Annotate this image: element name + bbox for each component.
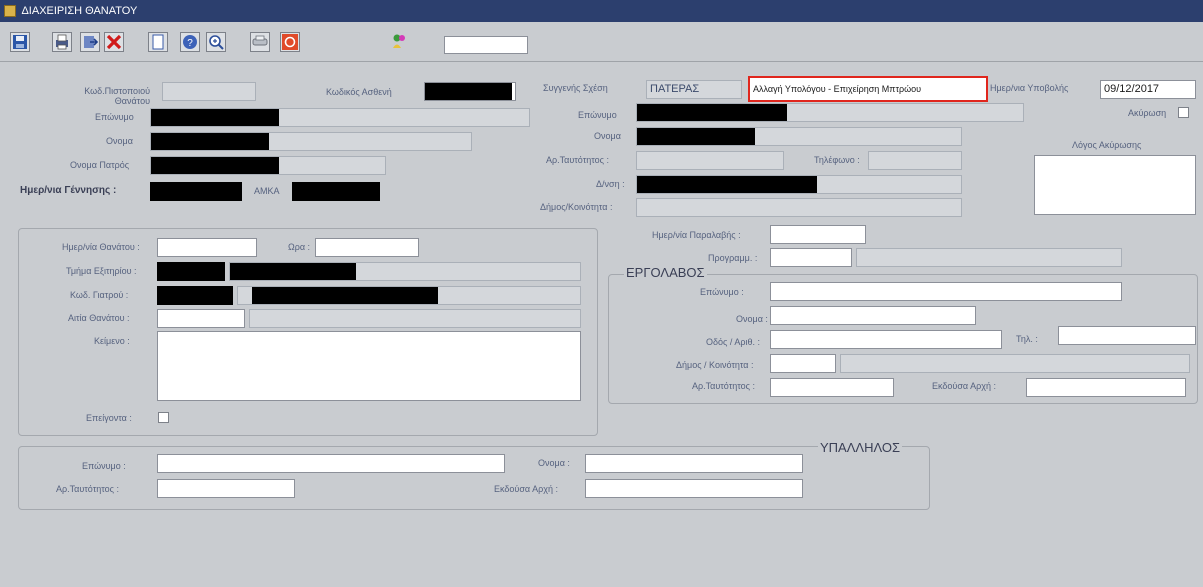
window-title: ΔΙΑΧΕΙΡΙΣΗ ΘΑΝΑΤΟΥ [21, 5, 138, 17]
relation-label: Συγγενής Σχέση [543, 83, 608, 93]
surname-label: Επώνυμο [95, 112, 134, 122]
father-name-field [150, 156, 386, 175]
employee-title: ΥΠΑΛΛΗΛΟΣ [818, 440, 903, 455]
patient-name-field [150, 132, 472, 151]
contractor-name-field[interactable] [770, 306, 976, 325]
employee-name-label: Ονομα : [538, 458, 570, 468]
contractor-id-field[interactable] [770, 378, 894, 397]
zoom-icon[interactable] [206, 32, 226, 52]
contractor-phone-label: Τηλ. : [1016, 334, 1038, 344]
birth-date-field[interactable] [150, 182, 242, 201]
exit-icon[interactable] [280, 32, 300, 52]
contractor-surname-label: Επώνυμο : [700, 287, 744, 297]
cancel-label: Ακύρωση [1128, 108, 1167, 118]
father-name-label: Ονομα Πατρός [70, 160, 130, 170]
contractor-phone-field[interactable] [1058, 326, 1196, 345]
save-icon[interactable] [10, 32, 30, 52]
department-label: Τμήμα Εξιτηρίου : [66, 266, 137, 276]
cancel-reason-textarea[interactable] [1034, 155, 1196, 215]
relative-address-label: Δ/νση : [596, 179, 625, 189]
scheduled-code-field[interactable] [770, 248, 852, 267]
death-time-label: Ωρα : [288, 242, 311, 252]
death-date-field[interactable] [157, 238, 257, 257]
hospital-code-label: Κωδ.Πιστοποιού Θανάτου [84, 86, 150, 106]
death-date-label: Ημερ/νία Θανάτου : [62, 242, 140, 252]
contractor-municipality-desc-field [840, 354, 1190, 373]
death-text-textarea[interactable] [157, 331, 581, 401]
employee-surname-field[interactable] [157, 454, 505, 473]
department-name-field [229, 262, 581, 281]
contractor-surname-field[interactable] [770, 282, 1122, 301]
contractor-street-field[interactable] [770, 330, 1002, 349]
relative-surname-label: Επώνυμο [578, 110, 617, 120]
urgent-label: Επείγοντα : [86, 413, 132, 423]
doctor-code-label: Κωδ. Γιατρού : [70, 290, 129, 300]
contractor-name-label: Ονομα : [736, 314, 768, 324]
highlighted-message-box: Αλλαγή Υπολόγου - Επιχείρηση Μπτρώου [748, 76, 988, 102]
new-document-icon[interactable] [148, 32, 168, 52]
contractor-municipality-label: Δήμος / Κοινότητα : [676, 360, 754, 370]
app-icon [4, 5, 16, 18]
relative-municipality-label: Δήμος/Κοινότητα : [540, 202, 613, 212]
urgent-checkbox[interactable] [158, 412, 169, 423]
export-icon[interactable] [80, 32, 100, 52]
print-icon[interactable] [52, 32, 72, 52]
relation-field[interactable]: ΠΑΤΕΡΑΣ [646, 80, 742, 99]
svg-text:?: ? [187, 38, 193, 49]
relative-address-field [636, 175, 962, 194]
scheduled-label: Προγραμμ. : [708, 253, 758, 263]
patient-surname-field [150, 108, 530, 127]
relative-municipality-field [636, 198, 962, 217]
employee-name-field[interactable] [585, 454, 803, 473]
contractor-municipality-code-field[interactable] [770, 354, 836, 373]
toolbar: ? [0, 22, 1203, 62]
help-icon[interactable]: ? [180, 32, 200, 52]
text-label: Κείμενο : [94, 336, 130, 346]
relative-name-field [636, 127, 962, 146]
user-icon[interactable] [390, 32, 410, 52]
hospital-code-field [162, 82, 256, 101]
name-label: Ονομα [106, 136, 133, 146]
department-code-field[interactable] [157, 262, 225, 281]
doctor-code-field[interactable] [157, 286, 233, 305]
patient-code-field[interactable] [424, 82, 516, 101]
death-time-field[interactable] [315, 238, 419, 257]
window-titlebar: ΔΙΑΧΕΙΡΙΣΗ ΘΑΝΑΤΟΥ [0, 0, 1203, 22]
death-cause-desc-field [249, 309, 581, 328]
relative-id-label: Αρ.Ταυτότητος : [546, 155, 610, 165]
relative-name-label: Ονομα [594, 131, 621, 141]
contractor-issuer-field[interactable] [1026, 378, 1186, 397]
delete-icon[interactable] [104, 32, 124, 52]
employee-id-field[interactable] [157, 479, 295, 498]
cancel-reason-label: Λόγος Ακύρωσης [1072, 140, 1142, 150]
contractor-id-label: Αρ.Ταυτότητος : [692, 381, 756, 391]
relative-surname-field [636, 103, 1024, 122]
relative-phone-label: Τηλέφωνο : [814, 155, 860, 165]
toolbar-search-input[interactable] [444, 36, 528, 54]
death-cause-code-field[interactable] [157, 309, 245, 328]
birth-date-label: Ημερ/νια Γέννησης : [20, 185, 117, 196]
relative-id-field [636, 151, 784, 170]
receipt-date-label: Ημερ/νία Παραλαβής : [652, 230, 741, 240]
submit-date-field[interactable]: 09/12/2017 [1100, 80, 1196, 99]
employee-issuer-field[interactable] [585, 479, 803, 498]
contractor-title: ΕΡΓΟΛΑΒΟΣ [624, 265, 707, 280]
receipt-date-field[interactable] [770, 225, 866, 244]
patient-code-label: Κωδικός Ασθενή [326, 87, 392, 97]
death-cause-label: Αιτία Θανάτου : [68, 313, 130, 323]
submit-date-label: Ημερ/νια Υποβολής [990, 83, 1069, 93]
amka-label: ΑΜΚΑ [254, 186, 280, 196]
contractor-issuer-label: Εκδούσα Αρχή : [932, 381, 996, 391]
amka-field[interactable] [292, 182, 380, 201]
doctor-name-field [237, 286, 581, 305]
contractor-street-label: Οδός / Αριθ. : [706, 337, 760, 347]
cancel-checkbox[interactable] [1178, 107, 1189, 118]
employee-issuer-label: Εκδούσα Αρχή : [494, 484, 558, 494]
attach-icon[interactable] [250, 32, 270, 52]
employee-id-label: Αρ.Ταυτότητος : [56, 484, 120, 494]
scheduled-desc-field [856, 248, 1122, 267]
relative-phone-field [868, 151, 962, 170]
employee-surname-label: Επώνυμο : [82, 461, 126, 471]
